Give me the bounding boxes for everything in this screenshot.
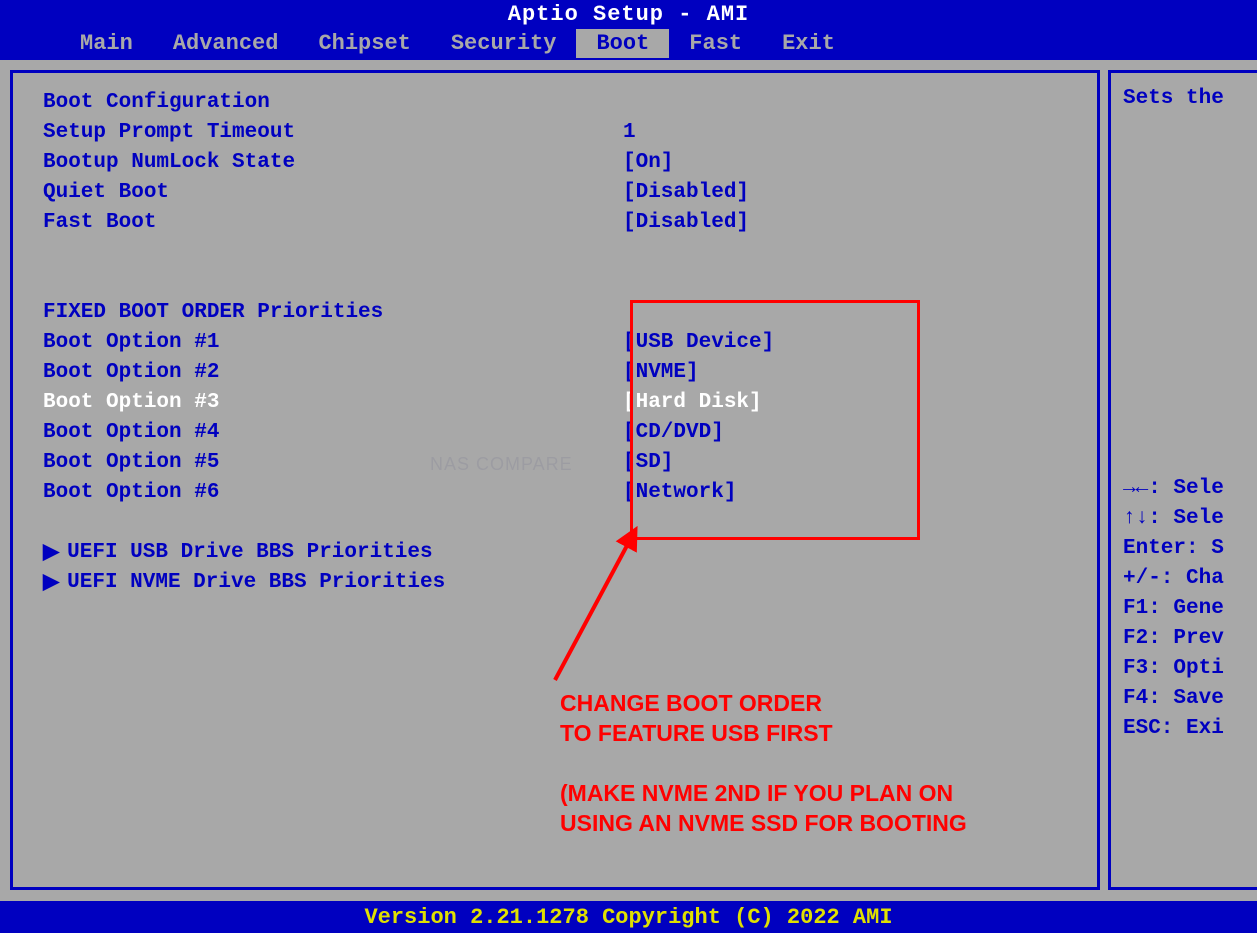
submenu-label: UEFI USB Drive BBS Priorities (67, 541, 432, 564)
tab-boot[interactable]: Boot (576, 29, 669, 58)
tab-security[interactable]: Security (431, 29, 577, 58)
boot-option-3[interactable]: Boot Option #3 [Hard Disk] (43, 387, 1067, 417)
tab-main[interactable]: Main (60, 29, 153, 58)
setting-label: Bootup NumLock State (43, 151, 623, 174)
option-label: Boot Option #5 (43, 451, 623, 474)
annotation-text: CHANGE BOOT ORDER TO FEATURE USB FIRST (… (560, 688, 967, 838)
annotation-line: TO FEATURE USB FIRST (560, 718, 967, 748)
help-key: F2: Prev (1123, 627, 1257, 657)
setting-label: Quiet Boot (43, 181, 623, 204)
help-key: F3: Opti (1123, 657, 1257, 687)
help-key: →←: Sele (1123, 477, 1257, 507)
help-key: Enter: S (1123, 537, 1257, 567)
setting-bootup-numlock[interactable]: Bootup NumLock State [On] (43, 147, 1067, 177)
help-key: F1: Gene (1123, 597, 1257, 627)
version-text: Version 2.21.1278 Copyright (C) 2022 AMI (364, 905, 892, 930)
boot-option-2[interactable]: Boot Option #2 [NVME] (43, 357, 1067, 387)
setting-setup-prompt-timeout[interactable]: Setup Prompt Timeout 1 (43, 117, 1067, 147)
submenu-label: UEFI NVME Drive BBS Priorities (67, 571, 445, 594)
bios-screen: Aptio Setup - AMI Main Advanced Chipset … (0, 0, 1257, 933)
boot-option-6[interactable]: Boot Option #6 [Network] (43, 477, 1067, 507)
help-key: ↑↓: Sele (1123, 507, 1257, 537)
submenu-arrow-icon: ▶ (43, 539, 59, 565)
submenu-uefi-nvme[interactable]: ▶ UEFI NVME Drive BBS Priorities (43, 567, 1067, 597)
option-label: Boot Option #4 (43, 421, 623, 444)
annotation-line: USING AN NVME SSD FOR BOOTING (560, 808, 967, 838)
tab-fast[interactable]: Fast (669, 29, 762, 58)
option-value: [NVME] (623, 361, 699, 384)
option-label: Boot Option #3 (43, 391, 623, 414)
annotation-line: CHANGE BOOT ORDER (560, 688, 967, 718)
help-description: Sets the (1123, 87, 1257, 117)
help-panel: Sets the →←: Sele ↑↓: Sele Enter: S +/-:… (1108, 70, 1257, 890)
help-key: ESC: Exi (1123, 717, 1257, 747)
setting-label: Setup Prompt Timeout (43, 121, 623, 144)
boot-config-title: Boot Configuration (43, 87, 1067, 117)
tab-chipset[interactable]: Chipset (298, 29, 430, 58)
bios-title: Aptio Setup - AMI (0, 0, 1257, 27)
submenu-uefi-usb[interactable]: ▶ UEFI USB Drive BBS Priorities (43, 537, 1067, 567)
setting-value: [On] (623, 151, 673, 174)
option-label: Boot Option #1 (43, 331, 623, 354)
fixed-boot-title: FIXED BOOT ORDER Priorities (43, 297, 1067, 327)
setting-value: [Disabled] (623, 181, 749, 204)
setting-fast-boot[interactable]: Fast Boot [Disabled] (43, 207, 1067, 237)
boot-option-1[interactable]: Boot Option #1 [USB Device] (43, 327, 1067, 357)
header-bar: Aptio Setup - AMI Main Advanced Chipset … (0, 0, 1257, 60)
tab-advanced[interactable]: Advanced (153, 29, 299, 58)
tab-bar: Main Advanced Chipset Security Boot Fast… (0, 29, 855, 58)
help-key: F4: Save (1123, 687, 1257, 717)
setting-value: 1 (623, 121, 636, 144)
option-value: [Network] (623, 481, 736, 504)
option-label: Boot Option #6 (43, 481, 623, 504)
annotation-line: (MAKE NVME 2ND IF YOU PLAN ON (560, 778, 967, 808)
option-value: [SD] (623, 451, 673, 474)
submenu-arrow-icon: ▶ (43, 569, 59, 595)
option-value: [CD/DVD] (623, 421, 724, 444)
help-key: +/-: Cha (1123, 567, 1257, 597)
boot-option-4[interactable]: Boot Option #4 [CD/DVD] (43, 417, 1067, 447)
setting-quiet-boot[interactable]: Quiet Boot [Disabled] (43, 177, 1067, 207)
setting-value: [Disabled] (623, 211, 749, 234)
tab-exit[interactable]: Exit (762, 29, 855, 58)
help-keys: →←: Sele ↑↓: Sele Enter: S +/-: Cha F1: … (1123, 477, 1257, 747)
option-label: Boot Option #2 (43, 361, 623, 384)
setting-label: Fast Boot (43, 211, 623, 234)
option-value: [Hard Disk] (623, 391, 762, 414)
footer-bar: Version 2.21.1278 Copyright (C) 2022 AMI (0, 901, 1257, 933)
boot-option-5[interactable]: Boot Option #5 [SD] (43, 447, 1067, 477)
option-value: [USB Device] (623, 331, 774, 354)
